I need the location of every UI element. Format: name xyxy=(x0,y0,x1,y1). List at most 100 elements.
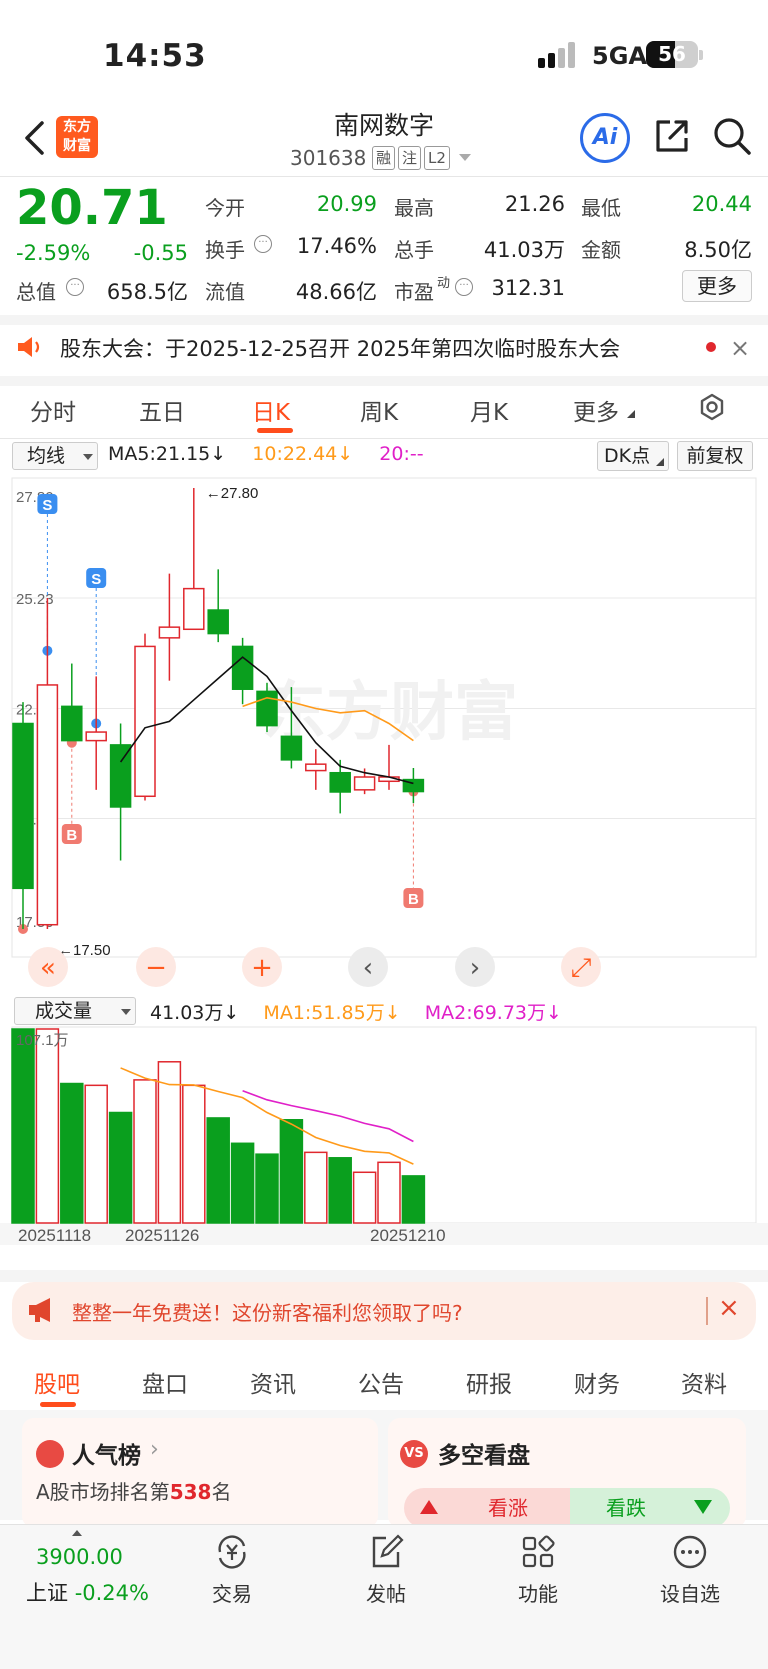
amount-value: 8.50亿 xyxy=(684,238,752,262)
stock-name: 南网数字 xyxy=(333,111,434,140)
promo-text[interactable]: 整整一年免费送！这份新客福利您领取了吗? xyxy=(72,1297,463,1326)
battery-level: 56 xyxy=(658,42,686,66)
ma-select[interactable]: 均线 xyxy=(12,442,98,470)
volume-bar xyxy=(108,1111,133,1224)
promo-divider xyxy=(706,1297,708,1325)
rank-number: 538 xyxy=(169,1480,212,1504)
code-dropdown-icon[interactable] xyxy=(459,154,471,161)
tab-news[interactable]: 资讯 xyxy=(250,1365,296,1399)
index-value[interactable]: 3900.00 xyxy=(36,1545,123,1569)
pe-label: 市盈 xyxy=(394,280,434,304)
info-icon[interactable]: ··· xyxy=(254,235,272,253)
compose-icon xyxy=(372,1534,404,1568)
date-label: 20251126 xyxy=(125,1226,199,1245)
volume-value: 41.03万 xyxy=(483,238,565,262)
sell-marker-label: S xyxy=(42,497,52,514)
volume-bar xyxy=(255,1153,279,1224)
promo-close-icon[interactable]: × xyxy=(718,1293,740,1323)
low-value: 20.44 xyxy=(691,192,752,216)
vol-ma2-value: MA2:69.73万 xyxy=(424,1002,546,1024)
change-value: -0.55 xyxy=(133,241,188,265)
tab-forum[interactable]: 股吧 xyxy=(34,1365,80,1399)
ma-select-label: 均线 xyxy=(27,445,66,467)
open-value: 20.99 xyxy=(316,192,377,216)
stock-code[interactable]: 301638 xyxy=(290,146,366,170)
search-icon[interactable] xyxy=(712,116,752,156)
ai-button[interactable]: Ai xyxy=(580,113,630,163)
tab-daily-k[interactable]: 日K xyxy=(252,393,290,427)
chevron-down-icon xyxy=(656,458,664,466)
volume-bars xyxy=(11,1028,426,1224)
tab-profile[interactable]: 资料 xyxy=(681,1365,727,1399)
megaphone-icon xyxy=(29,1298,50,1322)
vol-ma2-arrow: ↓ xyxy=(546,1002,562,1024)
info-icon[interactable]: ··· xyxy=(66,278,84,296)
candle-body xyxy=(353,776,376,791)
kline-chart[interactable]: 东方财富 27.8025.2322.6520.0817.50 SSBBB ←27… xyxy=(0,472,768,1016)
more-quote-button[interactable]: 更多 xyxy=(682,270,752,302)
market-cap-label: 总值 xyxy=(16,280,56,304)
tab-weekly-k[interactable]: 周K xyxy=(360,393,398,427)
tag-registered: 注 xyxy=(398,146,422,170)
nav-function-label: 功能 xyxy=(518,1582,558,1606)
pe-superscript: 动 xyxy=(437,276,451,291)
vol-ma2-line xyxy=(242,1090,414,1143)
notice-close-icon[interactable]: × xyxy=(730,334,750,362)
nav-compose[interactable]: 发帖 xyxy=(346,1532,426,1607)
fullscreen-icon: ⤢ xyxy=(571,953,592,983)
vol-ma1-value: MA1:51.85万 xyxy=(263,1002,385,1024)
candle-body xyxy=(280,735,303,761)
pe-value: 312.31 xyxy=(491,276,565,300)
forward-adjust-button[interactable]: 前复权 xyxy=(677,441,753,471)
gear-icon[interactable] xyxy=(697,392,727,422)
back-arrow-icon[interactable] xyxy=(22,120,48,156)
ma-legend: MA5:21.15↓ 10:22.44↓ 20:-- xyxy=(108,443,424,465)
tab-financials[interactable]: 财务 xyxy=(574,1365,620,1399)
app-root: { "status": { "time": "14:53", "network"… xyxy=(0,0,768,1669)
tab-monthly-k[interactable]: 月K xyxy=(470,393,508,427)
volume-bar xyxy=(133,1079,157,1224)
volume-chart[interactable]: 107.1万 20251118 20251126 20251210 xyxy=(0,1025,768,1245)
tag-level2: L2 xyxy=(424,146,450,170)
share-icon[interactable] xyxy=(652,116,692,156)
extreme-labels: ←27.80 ←17.50 xyxy=(58,485,258,959)
last-price: 20.71 xyxy=(16,180,168,236)
tab-announcements[interactable]: 公告 xyxy=(358,1365,404,1399)
index-label: 上证 xyxy=(26,1581,68,1605)
volume-label: 总手 xyxy=(394,238,434,262)
popularity-title: 人气榜 xyxy=(72,1443,141,1469)
volume-bar xyxy=(401,1175,426,1224)
candle-body xyxy=(36,684,59,926)
tab-order-book[interactable]: 盘口 xyxy=(142,1365,188,1399)
volume-bar xyxy=(182,1084,206,1224)
popularity-card[interactable] xyxy=(22,1418,378,1528)
index-name[interactable]: 上证 -0.24% xyxy=(26,1577,149,1607)
float-cap-label: 流值 xyxy=(205,280,245,304)
chevron-up-icon[interactable] xyxy=(72,1530,82,1536)
dk-point-button[interactable]: DK点 xyxy=(597,441,669,471)
tab-five-day[interactable]: 五日 xyxy=(139,393,185,427)
tab-research[interactable]: 研报 xyxy=(466,1365,512,1399)
volume-bar xyxy=(279,1119,304,1224)
change-percent: -2.59% xyxy=(16,241,91,265)
volume-select[interactable]: 成交量 xyxy=(14,997,136,1025)
tab-more[interactable]: 更多 xyxy=(573,393,619,427)
zoom-in-icon: + xyxy=(251,953,273,983)
dk-point-label: DK点 xyxy=(604,445,651,467)
volume-bar xyxy=(84,1084,108,1224)
zoom-out-icon: − xyxy=(145,953,167,983)
signal-icon xyxy=(538,42,575,68)
nav-function[interactable]: 功能 xyxy=(498,1532,578,1607)
nav-trade[interactable]: 交易 xyxy=(192,1532,272,1607)
candle-body xyxy=(85,731,107,742)
volume-bar xyxy=(206,1117,230,1224)
watchlist-icon xyxy=(673,1535,707,1569)
open-label: 今开 xyxy=(205,196,245,220)
tab-intraday[interactable]: 分时 xyxy=(30,393,76,427)
notice-text[interactable]: 股东大会：于2025-12-25召开 2025年第四次临时股东大会 xyxy=(60,333,620,363)
info-icon[interactable]: ··· xyxy=(455,278,473,296)
candle-body xyxy=(231,645,254,690)
nav-watchlist[interactable]: 设自选 xyxy=(650,1532,730,1607)
chart-controls: « − + ‹ › ⤢ xyxy=(28,947,601,987)
market-cap-value: 658.5亿 xyxy=(106,280,188,304)
